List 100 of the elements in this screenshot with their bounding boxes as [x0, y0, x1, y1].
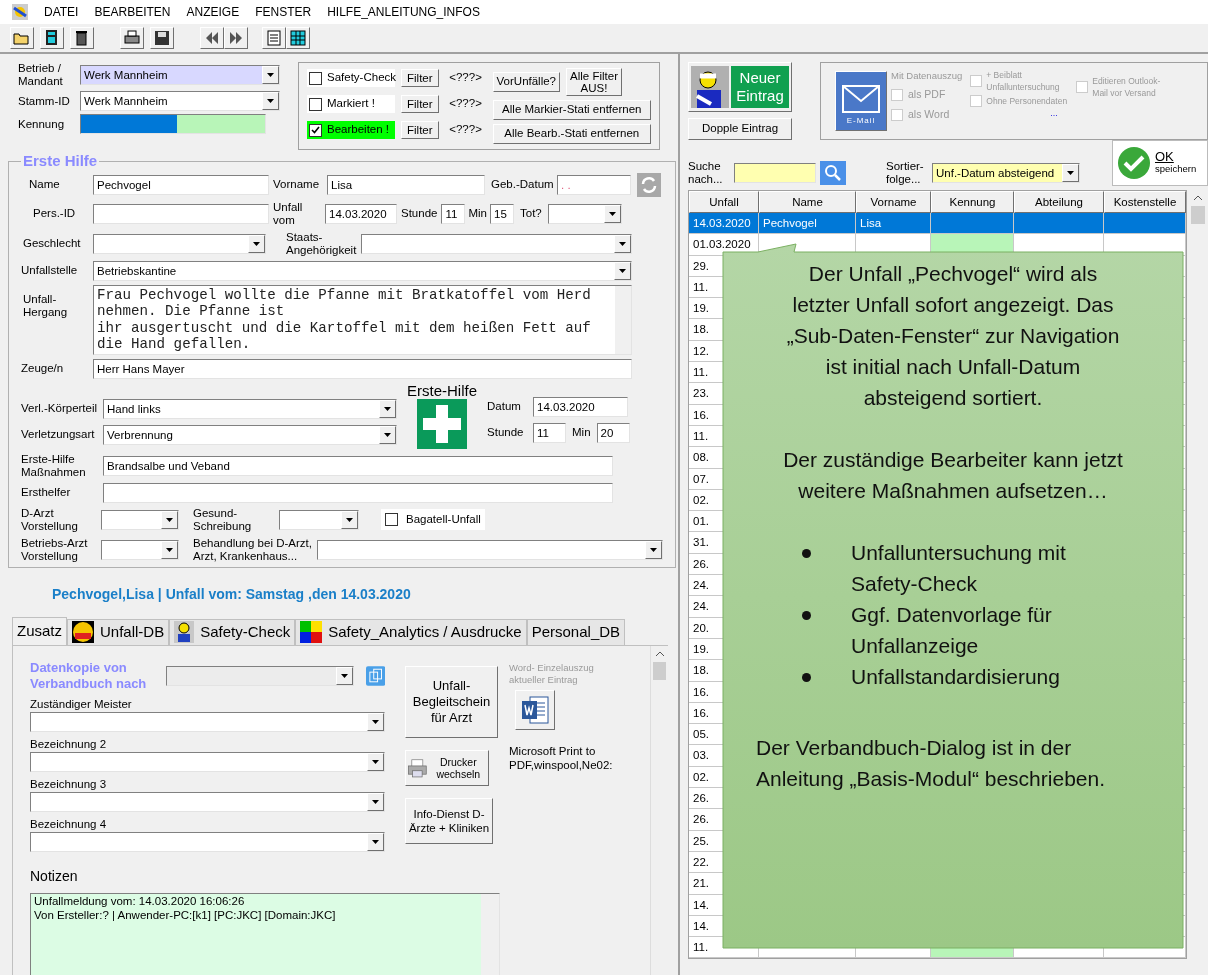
checkbox-label: als PDF [908, 87, 946, 103]
input-field[interactable]: Lisa [327, 174, 485, 195]
floppy-icon[interactable] [150, 27, 174, 49]
dropdown[interactable] [165, 665, 354, 686]
filters-off-button[interactable]: Alle Filter AUS! [566, 68, 623, 96]
input-field[interactable]: 14.03.2020 [325, 203, 397, 224]
printer-button[interactable]: Drucker wechseln [405, 749, 489, 786]
tab[interactable]: Personal_DB [526, 618, 626, 645]
info-dienst-button[interactable]: Info-Dienst D-Ärzte + Kliniken [405, 797, 493, 844]
input-field[interactable]: Herr Hans Mayer [93, 358, 632, 379]
dropdown[interactable] [30, 751, 385, 772]
caret-icon [253, 241, 260, 246]
input-field[interactable]: . . [557, 174, 631, 195]
dropdown[interactable] [361, 233, 632, 254]
folder-icon[interactable] [10, 27, 34, 49]
dropdown[interactable]: Betriebskantine [93, 260, 632, 281]
caret-icon [372, 799, 379, 804]
field-label: Bezeichnung 2 [30, 736, 108, 752]
dropdown[interactable] [30, 791, 385, 812]
input-field[interactable]: Pechvogel [93, 174, 269, 195]
field-label: Tot? [519, 207, 543, 220]
field-label: Verletzungsart [21, 428, 96, 441]
filter-button[interactable]: Filter [401, 121, 439, 139]
field-label: Min [571, 426, 592, 439]
dropdown[interactable] [30, 711, 385, 732]
dropdown[interactable] [93, 233, 266, 254]
first-aid-title: Erste-Hilfe [407, 382, 477, 399]
ok-save-button[interactable]: OK speichern [1112, 140, 1208, 186]
calculator-icon[interactable] [40, 27, 64, 49]
table-icon[interactable] [286, 27, 310, 49]
scrollbar-thumb[interactable] [653, 661, 666, 680]
caret-icon [372, 839, 379, 844]
menu-item[interactable]: BEARBEITEN [94, 3, 171, 21]
check-icon [1117, 146, 1151, 180]
tab[interactable]: Safety_Analytics / Ausdrucke [295, 618, 527, 645]
scrollbar-thumb[interactable] [1191, 206, 1205, 224]
dropdown[interactable] [317, 539, 663, 560]
input-field[interactable] [103, 482, 613, 503]
dropdown[interactable]: Unf.-Datum absteigend [932, 163, 1080, 183]
filter-button[interactable]: Filter [401, 95, 439, 113]
column-header[interactable]: Kennung [931, 191, 1014, 213]
input-field[interactable]: 14.03.2020 [533, 396, 628, 417]
email-button[interactable]: E-Mail [835, 71, 887, 131]
column-header[interactable]: Kostenstelle [1104, 191, 1186, 213]
column-header[interactable]: Abteilung [1014, 191, 1104, 213]
list-icon[interactable] [262, 27, 286, 49]
dropdown[interactable] [547, 203, 622, 224]
tab[interactable]: Unfall-DB [67, 618, 170, 645]
dropdown[interactable]: Werk Mannheim [80, 65, 280, 85]
dropdown[interactable] [279, 509, 359, 530]
menu-item[interactable]: DATEI [44, 3, 79, 21]
search-field[interactable] [734, 163, 816, 183]
word-export-label: Word- Einzelauszug aktueller Eintrag [509, 661, 595, 686]
tab[interactable]: Safety-Check [169, 618, 296, 645]
tab[interactable]: Zusatz [12, 616, 67, 645]
table-row[interactable]: 14.03.2020 Pechvogel Lisa [689, 213, 1186, 235]
clear-marks-button[interactable]: Alle Markier-Stati entfernen [492, 100, 651, 120]
trash-icon[interactable] [70, 27, 94, 49]
vorunfaelle-button[interactable]: VorUnfälle? [492, 72, 561, 92]
begleitschein-button[interactable]: Unfall-Begleitschein für Arzt [405, 665, 498, 738]
refresh-icon[interactable] [637, 172, 661, 197]
input-field[interactable] [93, 203, 269, 224]
dropdown[interactable] [101, 539, 179, 560]
clear-edit-button[interactable]: Alle Bearb.-Stati entfernen [492, 124, 651, 144]
checkbox[interactable] [385, 513, 398, 526]
checkbox[interactable] [309, 123, 322, 137]
field-label: Gesund-Schreibung [192, 506, 253, 533]
text-area[interactable]: Frau Pechvogel wollte die Pfanne mit Bratkatoffel vom Herd nehmen. Die Pfanne ist ihr ausgertuscht und die Kartoffel mit dem heißen Fett auf die Hand gefallen. [93, 284, 632, 355]
menu-item[interactable]: FENSTER [255, 3, 312, 21]
menu-item[interactable]: HILFE_ANLEITUNG_INFOS [327, 3, 480, 21]
more-link[interactable]: ... [970, 109, 1073, 117]
input-field[interactable]: 15 [490, 203, 514, 224]
search-icon[interactable] [820, 161, 846, 185]
filter-button[interactable]: Filter [401, 69, 439, 87]
printer-icon[interactable] [120, 27, 144, 49]
copy-icon[interactable] [365, 665, 385, 686]
scrollbar[interactable] [615, 285, 631, 354]
checkbox[interactable] [309, 97, 322, 111]
dropdown[interactable]: Verbrennung [103, 424, 397, 445]
next-icon[interactable] [224, 27, 248, 49]
input-field[interactable]: 20 [596, 422, 630, 443]
dropdown[interactable]: Werk Mannheim [80, 91, 280, 111]
dropdown[interactable]: Hand links [103, 398, 397, 419]
field-label: Datum [487, 400, 522, 413]
menu-item[interactable]: ANZEIGE [186, 3, 240, 21]
input-field[interactable]: Brandsalbe und Veband [103, 455, 613, 476]
previous-icon[interactable] [200, 27, 224, 49]
input-field[interactable]: 11 [533, 422, 566, 443]
word-icon[interactable] [515, 689, 555, 730]
checkbox[interactable] [309, 71, 322, 85]
duplicate-button[interactable]: Dopple Eintrag [688, 118, 792, 140]
bullet-text: Unfallstandardisierung [851, 664, 1061, 690]
column-header[interactable]: Unfall [689, 191, 759, 213]
column-header[interactable]: Vorname [856, 191, 931, 213]
dropdown[interactable] [101, 509, 179, 530]
dropdown[interactable] [30, 831, 385, 852]
field-label: Bezeichnung 4 [30, 816, 108, 832]
column-header[interactable]: Name [759, 191, 856, 213]
input-field[interactable]: 11 [441, 203, 466, 224]
notes-area[interactable]: Unfallmeldung vom: 14.03.2020 16:06:26 Von Ersteller:? | Anwender-PC:[k1] [PC:JKC] [Domain:JKC] [30, 892, 500, 975]
